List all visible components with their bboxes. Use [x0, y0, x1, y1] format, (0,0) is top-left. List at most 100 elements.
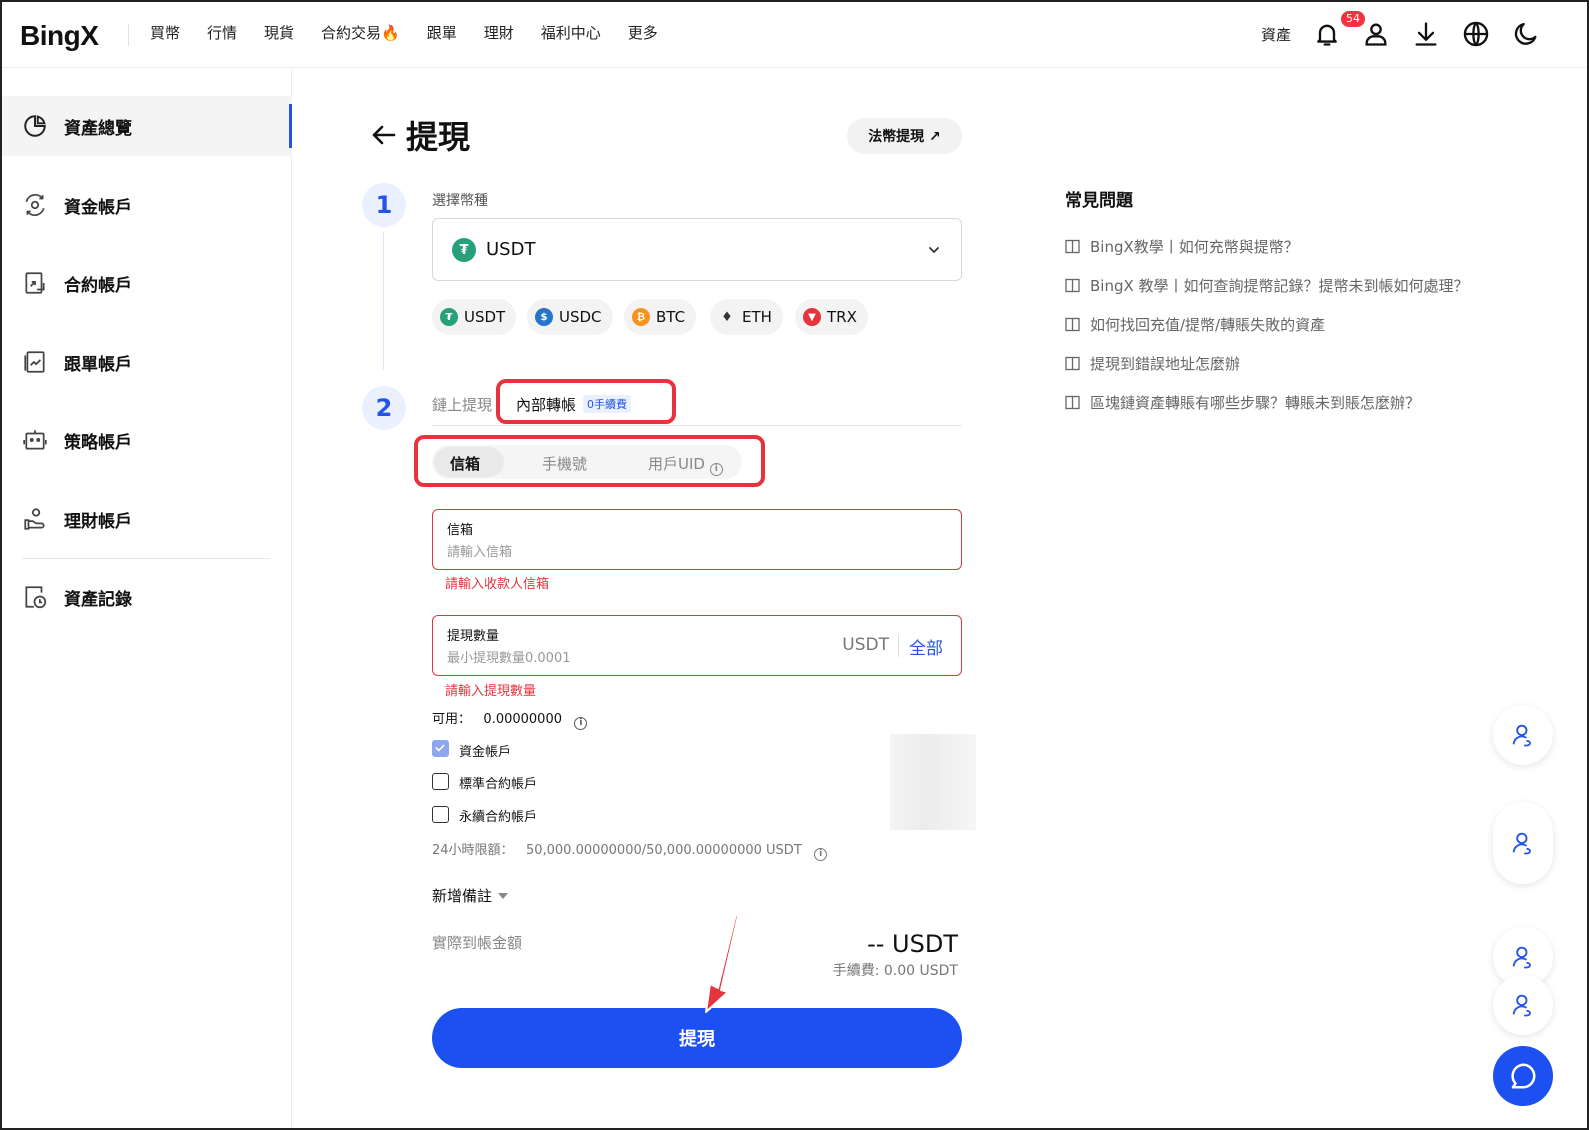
fiat-withdraw-label: 法幣提現 ↗: [868, 129, 941, 145]
moon-icon[interactable]: [1512, 20, 1540, 48]
sidebar-item-asset-overview[interactable]: 資產總覽: [2, 96, 292, 156]
user-icon[interactable]: [1362, 20, 1390, 48]
checkbox-label: 標準合約帳戶: [459, 777, 538, 792]
select-coin-label: 選擇幣種: [432, 193, 488, 209]
quick-coin-label: BTC: [656, 308, 686, 326]
usdt-coin-icon: ₮: [452, 238, 476, 262]
quick-coin-btc[interactable]: ₿ BTC: [624, 299, 697, 335]
nav-link-futures[interactable]: 合約交易🔥: [321, 22, 400, 43]
sidebar-item-label: 策略帳戶: [64, 432, 132, 453]
book-icon: [1065, 356, 1080, 371]
quick-coin-eth[interactable]: ♦ ETH: [710, 299, 783, 335]
available-label: 可用：: [432, 712, 472, 727]
max-amount-button[interactable]: 全部: [909, 634, 943, 659]
quick-coin-usdc[interactable]: $ USDC: [527, 299, 613, 335]
contract-account-icon: [25, 272, 45, 294]
faq-link-label: 提現到錯誤地址怎麼辦: [1090, 355, 1241, 373]
sidebar-item-fund-account[interactable]: 資金帳戶: [2, 175, 292, 235]
nav-link-markets[interactable]: 行情: [207, 22, 237, 43]
faq-title: 常見問題: [1065, 191, 1133, 211]
fiat-withdraw-button[interactable]: 法幣提現 ↗: [847, 118, 962, 154]
info-icon[interactable]: i: [574, 716, 588, 730]
nav-link-copy-trade[interactable]: 跟單: [427, 22, 457, 43]
bingx-logo[interactable]: BingX: [20, 20, 99, 52]
checkbox-label: 資金帳戶: [459, 745, 512, 760]
faq-link[interactable]: 如何找回充值/提幣/轉賬失敗的資產: [1065, 314, 1325, 335]
chat-bubble-icon: [1511, 1063, 1536, 1089]
floating-support-button[interactable]: [1493, 975, 1553, 1035]
nav-link-earn[interactable]: 理財: [484, 22, 514, 43]
sidebar-item-label: 資產記錄: [64, 589, 132, 610]
withdraw-submit-label: 提現: [679, 1029, 715, 1050]
record-clock-icon: [25, 586, 47, 609]
red-arrow-annotation: [705, 913, 739, 1013]
sidebar-item-copy-trade-account[interactable]: 跟單帳戶: [2, 332, 292, 392]
nav-assets-link[interactable]: 資產: [1261, 24, 1291, 45]
nav-link-more[interactable]: 更多: [628, 22, 658, 43]
add-memo-toggle[interactable]: 新增備註: [432, 885, 509, 906]
faq-link[interactable]: 區塊鏈資產轉賬有哪些步驟？轉賬未到賬怎麼辦？: [1065, 392, 1420, 413]
copy-trade-account-icon: [24, 351, 45, 373]
faq-link[interactable]: BingX教學丨如何充幣與提幣？: [1065, 236, 1299, 257]
floating-support-button[interactable]: [1493, 802, 1553, 884]
received-amount-value: -- USDT: [867, 930, 958, 958]
floating-support-button[interactable]: [1493, 705, 1553, 765]
sidebar-item-asset-records[interactable]: 資產記錄: [2, 567, 292, 627]
step-1-indicator: 1: [362, 183, 406, 227]
checkbox-label: 永續合約帳戶: [459, 810, 538, 825]
blurred-image: [890, 734, 976, 830]
quick-coin-trx[interactable]: ▼ TRX: [795, 299, 868, 335]
back-arrow-icon[interactable]: [370, 120, 398, 150]
amount-field[interactable]: 提現數量 最小提現數量0.0001 USDT 全部: [432, 615, 962, 676]
eth-coin-icon: ♦: [718, 308, 736, 326]
nav-link-rewards[interactable]: 福利中心: [541, 22, 601, 43]
checkbox-standard-futures[interactable]: [432, 773, 449, 790]
quick-coin-label: USDC: [559, 308, 602, 326]
sidebar-item-label: 資金帳戶: [64, 197, 132, 218]
checkbox-fund-account[interactable]: [432, 740, 449, 757]
nav-link-spot[interactable]: 現貨: [264, 22, 294, 43]
faq-link-label: 區塊鏈資產轉賬有哪些步驟？轉賬未到賬怎麼辦？: [1090, 394, 1421, 412]
wealth-hand-icon: [24, 508, 45, 530]
sidebar-item-label: 資產總覽: [64, 118, 132, 139]
nav-link-buy-crypto[interactable]: 買幣: [150, 22, 180, 43]
fee-value: 手續費: 0.00 USDT: [832, 963, 958, 979]
add-memo-label: 新增備註: [432, 887, 493, 905]
btc-coin-icon: ₿: [632, 308, 650, 326]
step-2-indicator: 2: [362, 386, 406, 430]
quick-coin-label: ETH: [742, 308, 772, 326]
fund-account-icon: [25, 194, 45, 216]
bell-icon[interactable]: [1313, 20, 1341, 48]
globe-icon[interactable]: [1462, 20, 1490, 48]
email-field[interactable]: 信箱 請輸入信箱: [432, 509, 962, 570]
faq-link-label: 如何找回充值/提幣/轉賬失敗的資產: [1090, 316, 1326, 334]
email-field-label: 信箱: [447, 523, 474, 538]
daily-limit-value: 50,000.00000000/50,000.00000000 USDT: [525, 843, 802, 858]
caret-down-icon: [498, 893, 509, 899]
daily-limit-label: 24小時限額：: [432, 843, 514, 858]
checkbox-perpetual-futures[interactable]: [432, 806, 449, 823]
agent-icon: [1512, 832, 1531, 855]
info-icon[interactable]: i: [814, 847, 828, 861]
trx-coin-icon: ▼: [803, 308, 821, 326]
sidebar: 資產總覽 資金帳戶 合約帳戶 跟單帳戶 策略帳戶 理財帳戶 資產記錄: [2, 69, 292, 1128]
quick-coin-usdt[interactable]: ₮ USDT: [432, 299, 517, 335]
sidebar-item-contract-account[interactable]: 合約帳戶: [2, 253, 292, 313]
selected-coin: USDT: [486, 239, 536, 260]
available-balance: 可用： 0.00000000 i: [432, 708, 588, 730]
received-amount-label: 實際到帳金額: [432, 934, 523, 952]
coin-select-dropdown[interactable]: ₮ USDT: [432, 218, 962, 281]
tab-onchain-withdraw[interactable]: 鏈上提現: [432, 394, 492, 415]
faq-link[interactable]: BingX 教學丨如何查詢提幣記錄？提幣未到帳如何處理？: [1065, 275, 1469, 296]
book-icon: [1065, 239, 1080, 254]
highlight-recipient-type: [414, 435, 765, 487]
sidebar-item-wealth-account[interactable]: 理財帳戶: [2, 489, 292, 549]
book-icon: [1065, 278, 1080, 293]
agent-icon: [1512, 946, 1531, 969]
sidebar-item-strategy-account[interactable]: 策略帳戶: [2, 410, 292, 470]
book-icon: [1065, 317, 1080, 332]
download-icon[interactable]: [1412, 20, 1440, 48]
faq-link[interactable]: 提現到錯誤地址怎麼辦: [1065, 353, 1240, 374]
usdt-coin-icon: ₮: [440, 308, 458, 326]
live-chat-button[interactable]: [1493, 1046, 1553, 1106]
